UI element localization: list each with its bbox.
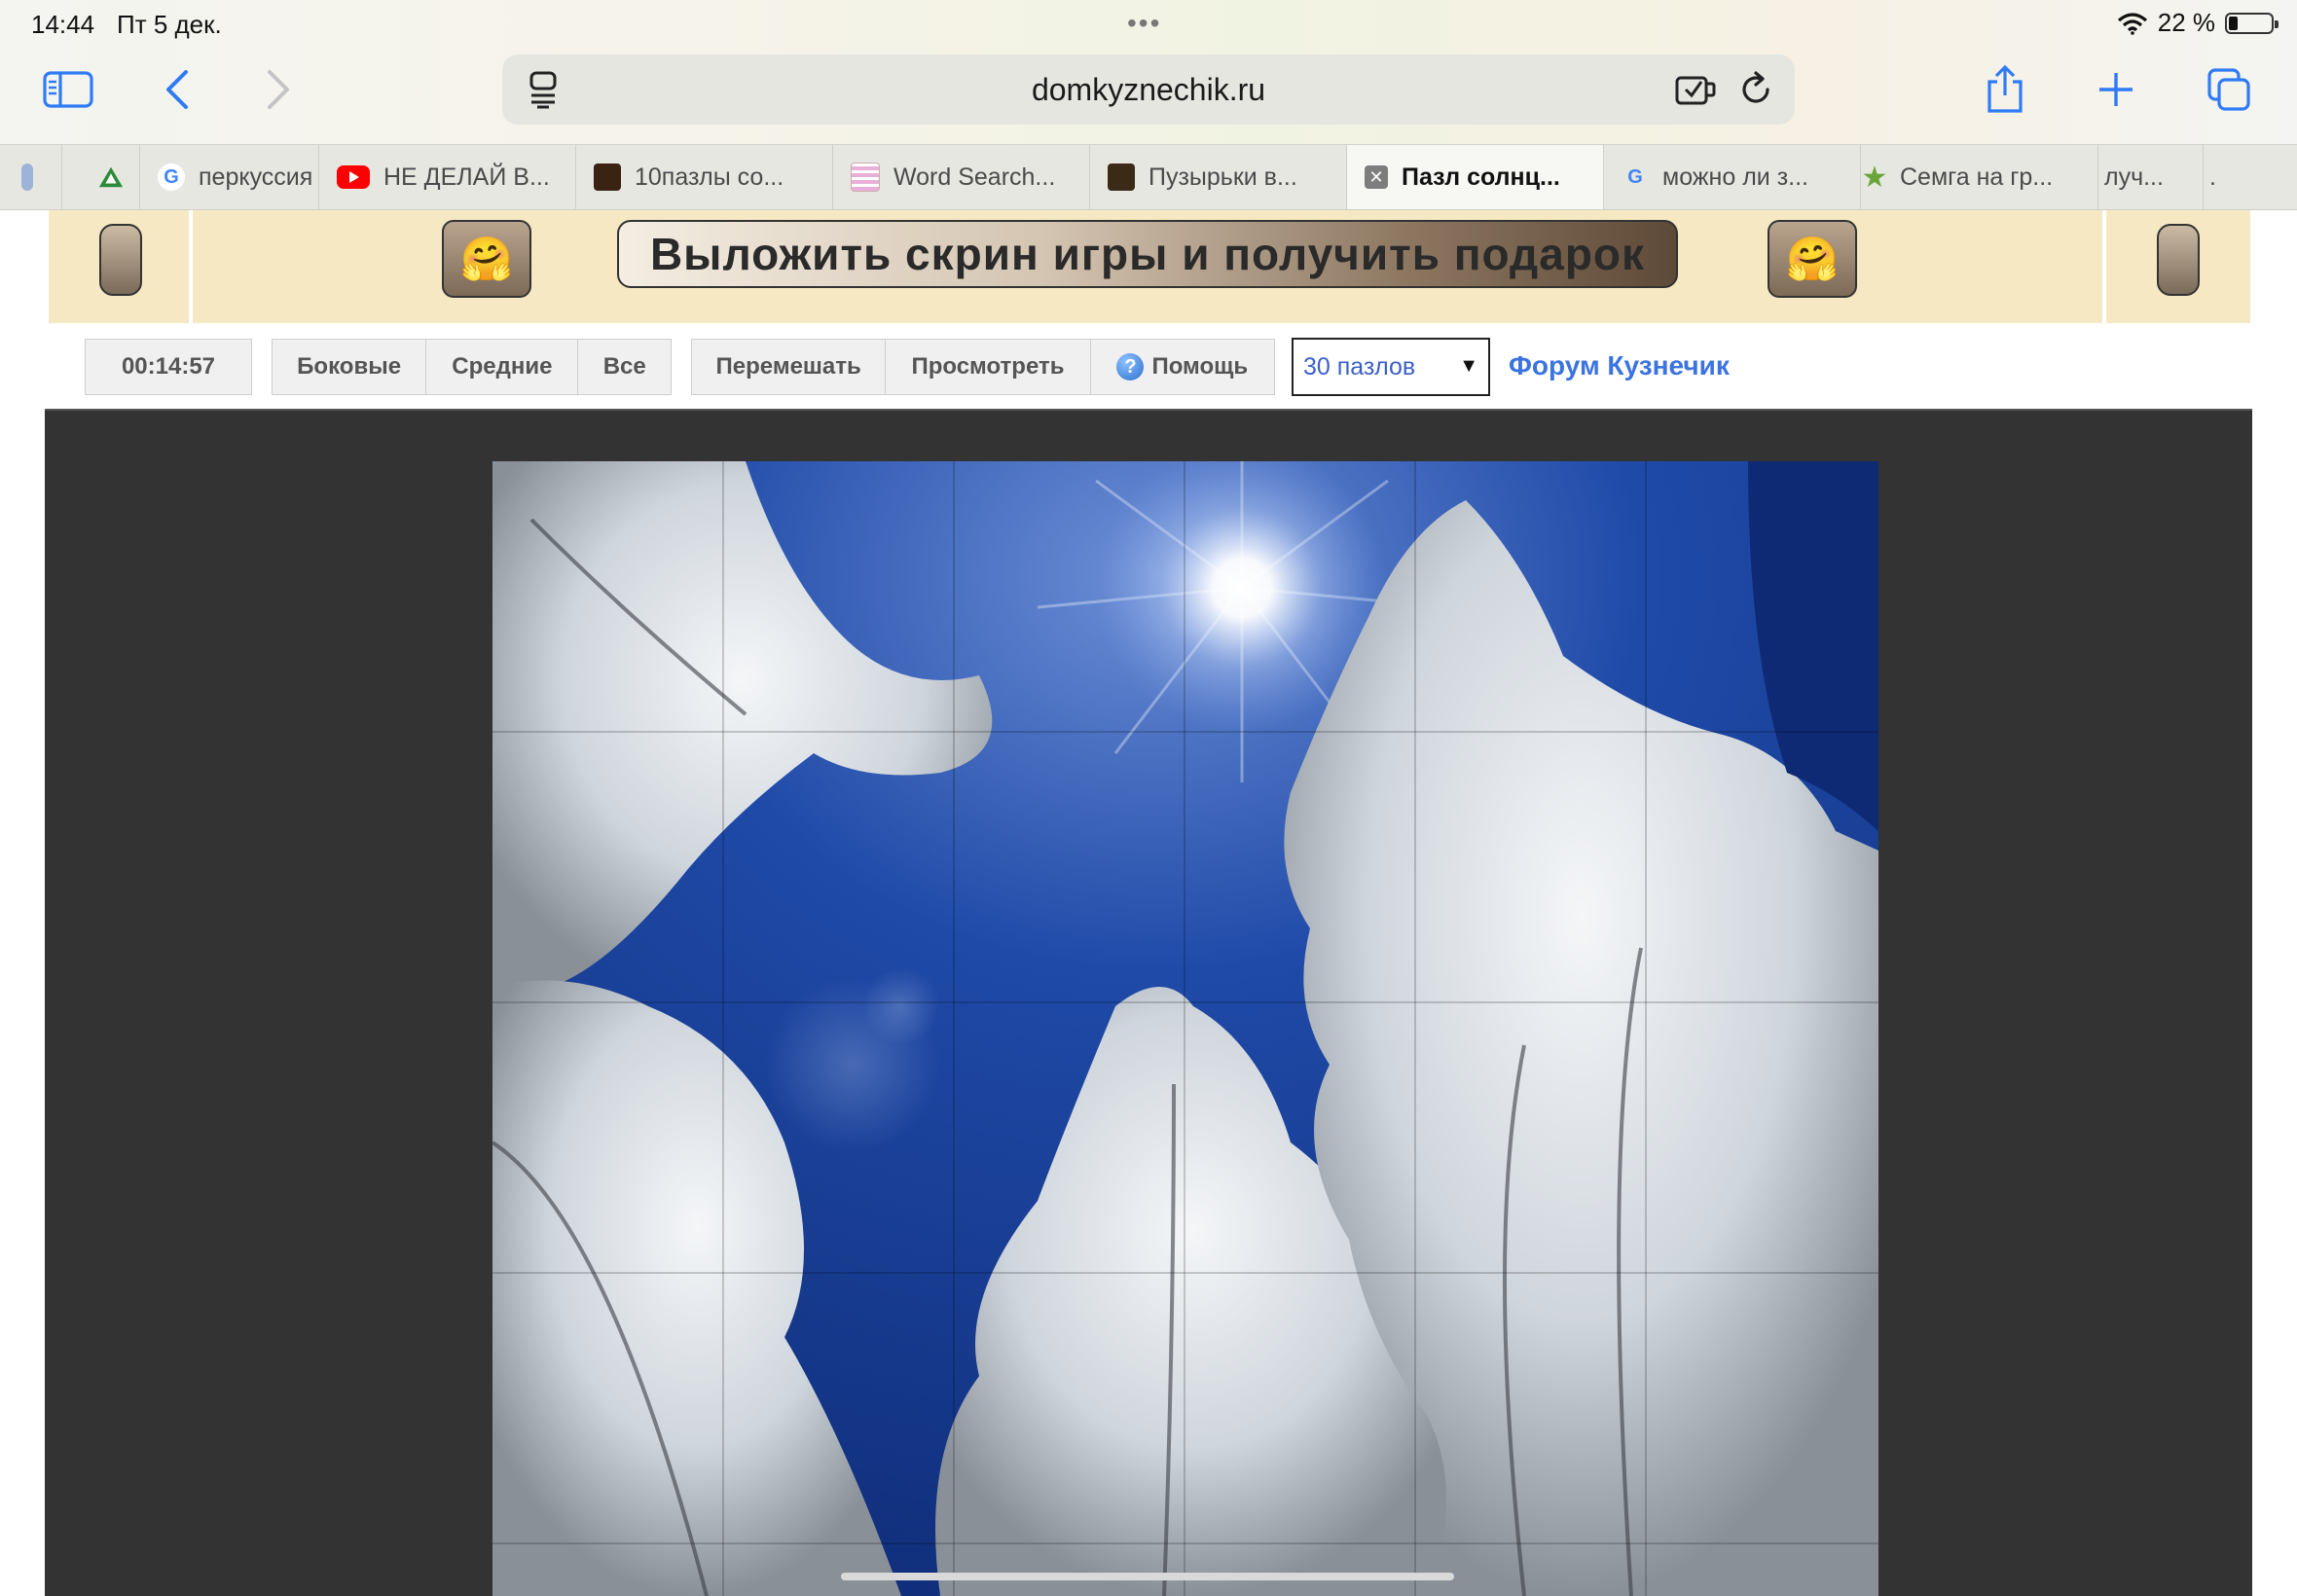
sidebar-toggle-icon[interactable] [39, 60, 97, 119]
tab-active[interactable]: ✕ Пазл солнц... [1347, 145, 1604, 209]
google-icon: G [158, 163, 185, 191]
new-tab-icon[interactable] [2087, 60, 2145, 119]
help-label: Помощь [1151, 353, 1249, 380]
piece-count-value: 30 пазлов [1303, 352, 1416, 381]
battery-percent: 22 % [2157, 8, 2215, 37]
tab-6[interactable]: Пузырьки в... [1090, 145, 1347, 209]
reload-icon[interactable] [1736, 70, 1775, 109]
multitasking-dots-icon[interactable]: ••• [1127, 8, 1161, 39]
winter-forest-sun-image [492, 461, 1878, 1596]
tab-8[interactable]: G можно ли з... [1604, 145, 1861, 209]
tab-label: НЕ ДЕЛАЙ В... [383, 163, 550, 191]
tab-0[interactable] [0, 145, 62, 209]
help-icon: ? [1116, 353, 1145, 381]
tab-1[interactable] [62, 145, 140, 209]
tab-label: . [2209, 163, 2216, 191]
piece-count-select[interactable]: 30 пазлов ▼ [1292, 338, 1490, 396]
word-search-icon [851, 163, 880, 192]
partial-tab-icon [21, 163, 33, 191]
status-indicators: 22 % [2117, 8, 2279, 38]
home-indicator [841, 1573, 1454, 1580]
action-group: Перемешать Просмотреть ? Помощь [691, 339, 1275, 395]
promo-banner: 🤗 Выложить скрин игры и получить подарок… [49, 210, 2250, 323]
tab-10[interactable]: луч... [2098, 145, 2204, 209]
shuffle-button[interactable]: Перемешать [692, 340, 887, 394]
timer: 00:14:57 [85, 339, 252, 395]
battery-icon [2225, 12, 2279, 34]
tab-label: Word Search... [893, 163, 1056, 191]
banner-divider [2102, 210, 2106, 323]
green-triangle-icon [97, 163, 125, 191]
tab-label: Семга на гр... [1900, 163, 2054, 191]
tab-11[interactable]: . [2204, 145, 2272, 209]
back-icon[interactable] [148, 60, 206, 119]
hugging-emoji-button-left[interactable]: 🤗 [442, 220, 531, 298]
browser-chrome: 14:44 Пт 5 дек. ••• 22 % domkyznechik.ru [0, 0, 2297, 144]
close-icon[interactable]: ✕ [1365, 165, 1388, 189]
puzzle-image[interactable] [492, 461, 1878, 1596]
tab-label: Пузырьки в... [1148, 163, 1297, 191]
address-bar[interactable]: domkyznechik.ru [502, 54, 1795, 125]
tab-label: перкуссия [199, 163, 313, 191]
forum-link[interactable]: Форум Кузнечик [1509, 350, 1730, 381]
piece-filter-group: Боковые Средние Все [272, 339, 672, 395]
youtube-icon [337, 165, 370, 189]
google-icon: G [1627, 165, 1643, 188]
star-icon: ★ [1861, 161, 1888, 194]
share-icon[interactable] [1976, 60, 2034, 119]
status-time: 14:44 [31, 10, 95, 39]
tabs-overview-icon[interactable] [2200, 60, 2258, 119]
site-thumbnail-icon [1108, 163, 1135, 191]
all-pieces-button[interactable]: Все [578, 340, 671, 394]
tab-label: 10пазлы со... [635, 163, 784, 191]
tab-9[interactable]: ★ Семга на гр... [1861, 145, 2098, 209]
banner-left-pill [99, 224, 142, 296]
tab-strip: G перкуссия НЕ ДЕЛАЙ В... 10пазлы со... … [0, 144, 2297, 210]
url-text[interactable]: domkyznechik.ru [502, 72, 1795, 108]
tab-label: луч... [2104, 163, 2164, 191]
extensions-icon[interactable] [1674, 70, 1719, 109]
status-date: Пт 5 дек. [117, 10, 222, 39]
banner-right-pill [2157, 224, 2200, 296]
tab-3[interactable]: НЕ ДЕЛАЙ В... [319, 145, 576, 209]
screenshot-gift-button[interactable]: Выложить скрин игры и получить подарок [617, 220, 1678, 288]
middle-pieces-button[interactable]: Средние [426, 340, 579, 394]
tab-5[interactable]: Word Search... [833, 145, 1090, 209]
help-button[interactable]: ? Помощь [1091, 340, 1274, 394]
hugging-emoji-button-right[interactable]: 🤗 [1768, 220, 1857, 298]
wifi-icon [2117, 12, 2147, 35]
site-thumbnail-icon [594, 163, 621, 191]
tab-4[interactable]: 10пазлы со... [576, 145, 833, 209]
preview-button[interactable]: Просмотреть [886, 340, 1091, 394]
tab-label: можно ли з... [1662, 163, 1808, 191]
tab-label: Пазл солнц... [1402, 163, 1560, 191]
edge-pieces-button[interactable]: Боковые [273, 340, 427, 394]
forward-icon[interactable] [249, 60, 308, 119]
tab-2[interactable]: G перкуссия [140, 145, 319, 209]
dropdown-arrow-icon: ▼ [1459, 355, 1478, 377]
puzzle-board [45, 411, 2252, 1596]
banner-divider [189, 210, 193, 323]
